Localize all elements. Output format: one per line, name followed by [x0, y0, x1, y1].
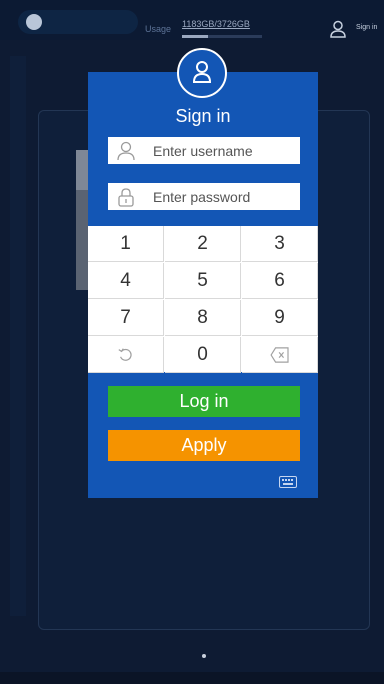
backspace-key[interactable]: [242, 337, 318, 373]
username-placeholder: Enter username: [153, 143, 253, 159]
key-4[interactable]: 4: [88, 263, 164, 299]
user-icon: [192, 61, 212, 83]
key-8[interactable]: 8: [165, 300, 241, 336]
status-bar: [0, 672, 384, 684]
username-field[interactable]: Enter username: [108, 137, 300, 164]
cloud-icon: [26, 14, 42, 30]
login-button[interactable]: Log in: [108, 386, 300, 417]
page-indicator-dot[interactable]: [202, 654, 206, 658]
key-9[interactable]: 9: [242, 300, 318, 336]
keyboard-icon[interactable]: [279, 476, 297, 488]
top-bar: Usage 1183GB/3726GB Sign in: [0, 0, 384, 40]
key-3[interactable]: 3: [242, 226, 318, 262]
apply-button[interactable]: Apply: [108, 430, 300, 461]
backspace-icon: [269, 347, 289, 363]
reset-key[interactable]: [88, 337, 164, 373]
key-7[interactable]: 7: [88, 300, 164, 336]
usage-value: 1183GB/3726GB: [182, 19, 250, 29]
number-keypad: 1 2 3 4 5 6 7 8 9 0: [88, 226, 318, 373]
lock-icon: [118, 188, 134, 207]
dialog-title: Sign in: [175, 106, 231, 126]
sign-in-dialog: Sign in Enter username Enter password 1 …: [88, 72, 318, 498]
avatar: [177, 48, 227, 98]
password-field[interactable]: Enter password: [108, 183, 300, 210]
usage-bar: [182, 35, 208, 38]
key-5[interactable]: 5: [165, 263, 241, 299]
key-1[interactable]: 1: [88, 226, 164, 262]
password-placeholder: Enter password: [153, 189, 251, 205]
user-icon[interactable]: [329, 20, 347, 38]
key-0[interactable]: 0: [165, 337, 241, 373]
usage-label: Usage: [145, 24, 172, 34]
key-6[interactable]: 6: [242, 263, 318, 299]
side-panel: [10, 56, 26, 616]
sign-in-link[interactable]: Sign in: [356, 24, 377, 31]
reset-icon: [117, 348, 132, 361]
user-icon: [117, 141, 135, 161]
key-2[interactable]: 2: [165, 226, 241, 262]
